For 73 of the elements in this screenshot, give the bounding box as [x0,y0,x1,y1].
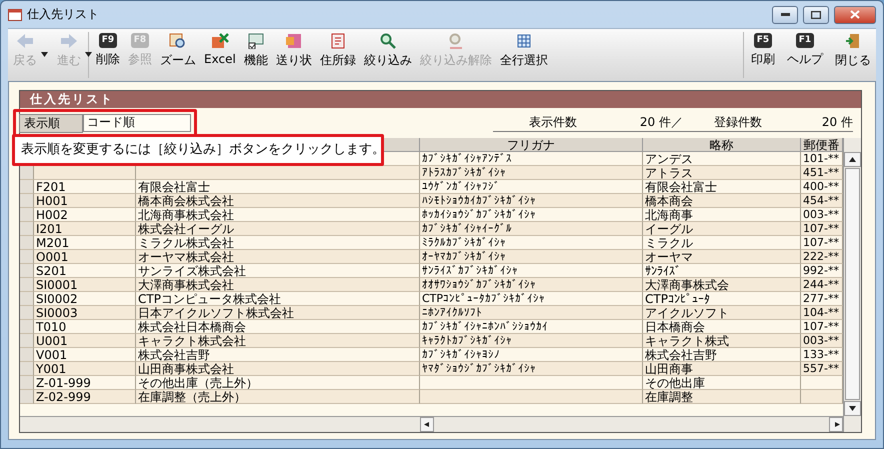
search-icon [378,33,397,49]
toolbar-button[interactable]: 住所録 [316,29,359,81]
key-badge: F8 [130,33,150,48]
count-value: 20 件／ [638,114,683,131]
row-selector[interactable] [20,278,34,292]
scroll-left-button[interactable] [420,417,434,432]
row-selector[interactable] [20,250,34,264]
left-arrow-icon [424,422,430,427]
row-selector[interactable] [20,334,34,348]
close-icon [850,10,860,19]
row-selector[interactable] [20,292,34,306]
door-icon [845,33,861,49]
forward-arrow-icon [60,33,78,49]
sort-field[interactable]: コード順 [83,114,191,132]
row-selector[interactable] [20,390,34,404]
zoom-icon [169,33,187,49]
row-selector[interactable] [20,348,34,362]
count-label: 登録件数 [713,114,763,131]
scroll-down-button[interactable] [844,401,861,416]
toolbar-button[interactable]: 送り状 [272,29,315,81]
toolbar-button[interactable]: Excel [201,29,239,81]
grid-icon [514,33,533,49]
toolbar-button[interactable]: 閉じる [832,29,874,81]
row-selector[interactable] [20,376,34,390]
row-selector[interactable] [20,306,34,320]
toolbar-button[interactable]: 機能 [240,29,271,81]
row-selector[interactable] [20,236,34,250]
callout-text: 表示順を変更するには［絞り込み］ボタンをクリックします。 [21,142,385,157]
row-selector[interactable] [20,180,34,194]
sort-label: 表示順 [19,114,83,132]
row-selector[interactable] [20,194,34,208]
toolbar-button[interactable]: 絞り込み [360,29,415,81]
row-selector[interactable] [20,320,34,334]
minimize-icon [780,13,790,16]
search-clear-icon [446,33,465,49]
key-badge: F1 [796,33,814,48]
toolbar-button[interactable]: 全行選択 [496,29,551,81]
row-selector[interactable] [20,166,34,180]
section-title: 仕入先リスト [20,91,861,108]
toolbar-button[interactable]: F9 削除 [93,29,123,81]
address-book-icon [328,33,347,49]
row-selector[interactable] [20,208,34,222]
horizontal-scrollbar[interactable] [20,416,843,432]
row-selector[interactable] [20,362,34,376]
toolbar-button[interactable]: ズーム [157,29,199,81]
toolbar-button[interactable]: F1 ヘルプ [784,29,826,81]
up-arrow-icon [849,157,856,162]
maximize-icon [811,10,821,18]
table-cell: Z-02-999 [34,390,136,404]
vertical-scrollbar[interactable] [843,138,861,432]
table-cell: 在庫調整（売上外） [136,390,420,404]
down-arrow-icon [849,406,856,411]
row-selector[interactable] [20,264,34,278]
scroll-thumb[interactable] [845,168,860,400]
row-selector[interactable] [20,222,34,236]
close-button[interactable] [834,6,876,24]
count-value: 20 件 [820,114,853,131]
back-arrow-icon [16,33,34,49]
toolbar-button[interactable]: F5 印刷 [748,29,778,81]
scroll-right-button[interactable] [829,417,843,432]
scroll-up-button[interactable] [844,152,861,167]
key-badge: F9 [98,33,118,48]
right-arrow-icon [832,422,840,427]
document-icon [284,33,303,49]
maximize-button[interactable] [803,6,829,24]
table-cell: 在庫調整 [643,390,801,404]
minimize-button[interactable] [772,6,798,24]
spreadsheet-icon [210,33,229,49]
window-title: 仕入先リスト [27,6,100,23]
calendar-icon [8,8,22,21]
key-badge: F5 [754,33,772,48]
count-label: 表示件数 [528,114,578,131]
form-check-icon [246,33,265,49]
